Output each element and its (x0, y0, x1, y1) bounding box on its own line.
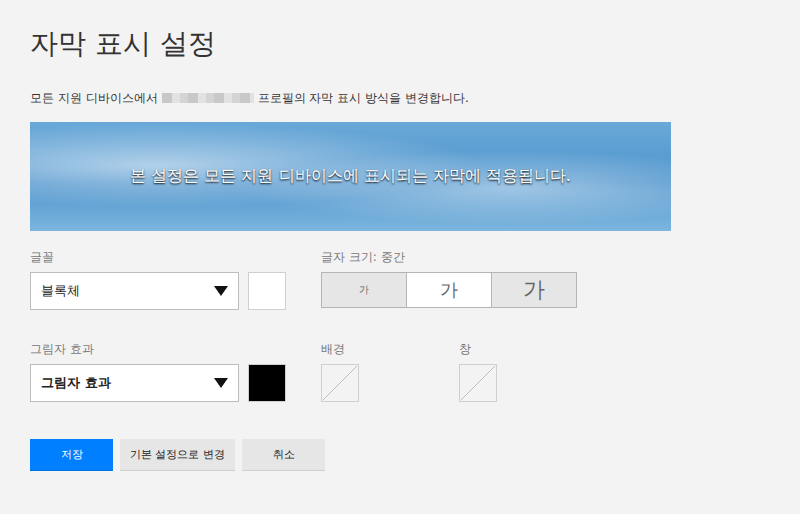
size-selector: 가가가 (321, 272, 577, 308)
save-button[interactable]: 저장 (30, 439, 113, 471)
dropdown-arrow-icon (214, 378, 228, 388)
background-group: 배경 (321, 342, 459, 402)
size-label: 글자 크기: 중간 (321, 250, 577, 264)
size-option[interactable]: 가 (491, 273, 576, 307)
page-title: 자막 표시 설정 (30, 26, 770, 62)
dropdown-arrow-icon (214, 286, 228, 296)
window-swatch[interactable] (459, 364, 497, 402)
action-button[interactable]: 취소 (242, 439, 325, 471)
description: 모든 지원 디바이스에서프로필의 자막 표시 방식을 변경합니다. (30, 90, 770, 106)
subtitle-preview: 본 설정은 모든 지원 디바이스에 표시되는 자막에 적용됩니다. (30, 122, 671, 231)
shadow-group: 그림자 효과그림자 효과 (30, 342, 321, 402)
window-group: 창 (459, 342, 597, 402)
background-label: 배경 (321, 342, 459, 356)
size-group: 글자 크기: 중간가가가 (321, 250, 577, 310)
button-row: 저장기본 설정으로 변경취소 (30, 439, 770, 471)
size-option[interactable]: 가 (406, 273, 491, 307)
font-select[interactable]: 블록체 (30, 272, 239, 310)
font-label: 글꼴 (30, 250, 321, 264)
blurred-profile-name (162, 93, 254, 103)
shadow-select[interactable]: 그림자 효과 (30, 364, 239, 402)
shadow-label: 그림자 효과 (30, 342, 321, 356)
shadow-color-swatch[interactable] (248, 364, 286, 402)
preview-text: 본 설정은 모든 지원 디바이스에 표시되는 자막에 적용됩니다. (130, 166, 571, 187)
font-group: 글꼴블록체 (30, 250, 321, 310)
subtitle-settings-page: 자막 표시 설정모든 지원 디바이스에서프로필의 자막 표시 방식을 변경합니다… (0, 0, 800, 514)
background-swatch[interactable] (321, 364, 359, 402)
action-button[interactable]: 기본 설정으로 변경 (120, 439, 235, 471)
size-option[interactable]: 가 (322, 273, 406, 307)
font-color-swatch[interactable] (248, 272, 286, 310)
window-label: 창 (459, 342, 597, 356)
